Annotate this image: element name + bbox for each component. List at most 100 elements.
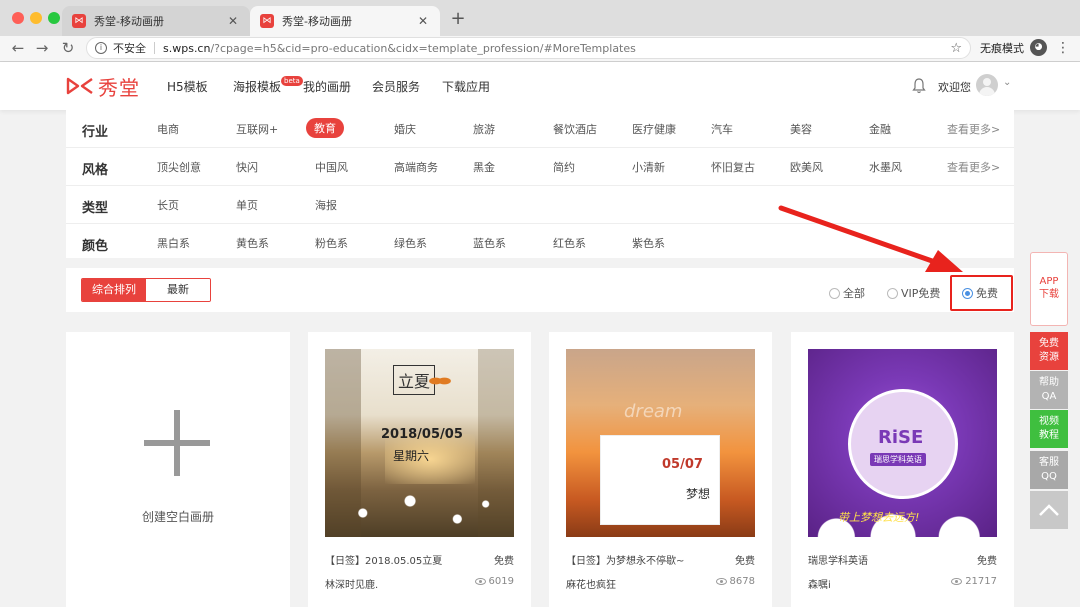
card-views: 6019 (474, 576, 514, 587)
avatar-body (979, 87, 995, 96)
browser-tab-2[interactable]: ⋈ 秀堂-移动画册 ✕ (250, 6, 440, 36)
view-count: 6019 (488, 576, 514, 587)
template-thumbnail[interactable]: 立夏 2018/05/05 星期六 (325, 349, 514, 537)
thumb-frame (600, 435, 720, 525)
filter-option[interactable]: 红色系 (553, 235, 586, 251)
template-thumbnail[interactable]: dream 05/07 梦想 (566, 349, 755, 537)
filter-option[interactable]: 紫色系 (632, 235, 665, 251)
chevron-down-icon[interactable]: ⌄ (1003, 77, 1011, 88)
chevron-up-icon (1039, 504, 1059, 516)
side-label: QA (1041, 391, 1057, 402)
filter-option[interactable]: 怀旧复古 (711, 159, 755, 175)
eye-icon (715, 578, 727, 585)
new-tab-button[interactable]: + (448, 8, 468, 29)
filter-option[interactable]: 美容 (790, 121, 812, 137)
info-icon[interactable]: i (95, 42, 107, 54)
card-author[interactable]: 森嘱i (808, 576, 831, 591)
bookmark-star-icon[interactable]: ☆ (950, 41, 962, 56)
filter-option[interactable]: 欧美风 (790, 159, 823, 175)
side-customer-qq[interactable]: 客服 QQ (1030, 451, 1068, 489)
tab-close-icon[interactable]: ✕ (226, 14, 240, 28)
filter-option[interactable]: 餐饮酒店 (553, 121, 597, 137)
side-help-qa[interactable]: 帮助 QA (1030, 371, 1068, 409)
browser-tab-1[interactable]: ⋈ 秀堂-移动画册 ✕ (62, 6, 250, 36)
filter-option[interactable]: 海报 (315, 197, 337, 213)
card-title[interactable]: 【日签】2018.05.05立夏 (325, 552, 442, 567)
filter-option[interactable]: 小清新 (632, 159, 665, 175)
browser-menu-icon[interactable]: ⋮ (1056, 38, 1070, 58)
tab-close-icon[interactable]: ✕ (416, 14, 430, 28)
close-window-button[interactable] (12, 12, 24, 24)
filter-option[interactable]: 婚庆 (394, 121, 416, 137)
template-card[interactable]: 立夏 2018/05/05 星期六 【日签】2018.05.05立夏 免费 林深… (308, 332, 531, 607)
filter-option[interactable]: 长页 (157, 197, 179, 213)
maximize-window-button[interactable] (48, 12, 60, 24)
card-author[interactable]: 林深时见鹿. (325, 576, 378, 591)
filter-option[interactable]: 蓝色系 (473, 235, 506, 251)
filter-option[interactable]: 顶尖创意 (157, 159, 201, 175)
nav-my-albums[interactable]: 我的画册 (303, 78, 351, 95)
filter-option[interactable]: 中国风 (315, 159, 348, 175)
card-views: 8678 (715, 576, 755, 587)
nav-h5-templates[interactable]: H5模板 (167, 78, 208, 95)
back-to-top-button[interactable] (1030, 491, 1068, 529)
thumb-date: 05/07 (662, 457, 703, 472)
sort-comprehensive-button[interactable]: 综合排列 (82, 279, 146, 301)
template-card[interactable]: RiSE 瑞思学科英语 带上梦想去远方! 瑞思学科英语 免费 森嘱i 21717 (791, 332, 1014, 607)
sort-newest-button[interactable]: 最新 (146, 279, 210, 301)
filter-option[interactable]: 旅游 (473, 121, 495, 137)
filter-option[interactable]: 绿色系 (394, 235, 427, 251)
card-title[interactable]: 【日签】为梦想永不停歇~ (566, 552, 684, 567)
side-label: 资源 (1039, 352, 1059, 363)
incognito-icon[interactable]: ◕ (1030, 39, 1047, 56)
card-price-badge: 免费 (977, 556, 997, 567)
more-link[interactable]: 查看更多> (947, 121, 1000, 137)
card-title[interactable]: 瑞思学科英语 (808, 552, 868, 567)
template-thumbnail[interactable]: RiSE 瑞思学科英语 带上梦想去远方! (808, 349, 997, 537)
filter-option[interactable]: 粉色系 (315, 235, 348, 251)
filter-option[interactable]: 电商 (157, 121, 179, 137)
security-label: 不安全 (113, 42, 146, 55)
minimize-window-button[interactable] (30, 12, 42, 24)
plus-icon (144, 410, 210, 476)
avatar[interactable] (976, 74, 998, 96)
card-price-badge: 免费 (735, 556, 755, 567)
filter-option[interactable]: 高端商务 (394, 159, 438, 175)
side-free-resources[interactable]: 免费 资源 (1030, 332, 1068, 370)
thumb-rise-logo: RiSE (878, 427, 924, 448)
template-card[interactable]: dream 05/07 梦想 【日签】为梦想永不停歇~ 免费 麻花也疯狂 867… (549, 332, 772, 607)
thumb-rise-cn: 瑞思学科英语 (870, 453, 926, 466)
filter-option[interactable]: 单页 (236, 197, 258, 213)
filter-option[interactable]: 水墨风 (869, 159, 902, 175)
filter-option[interactable]: 互联网+ (236, 121, 278, 137)
nav-membership[interactable]: 会员服务 (372, 78, 420, 95)
forward-arrow-icon[interactable]: → (32, 38, 52, 58)
tab-title: 秀堂-移动画册 (94, 15, 164, 28)
back-arrow-icon[interactable]: ← (8, 38, 28, 58)
filter-option[interactable]: 金融 (869, 121, 891, 137)
side-label: 免费 (1039, 338, 1059, 349)
filter-option[interactable]: 黑金 (473, 159, 495, 175)
side-label: 客服 (1039, 457, 1059, 468)
nav-download-app[interactable]: 下载应用 (442, 78, 490, 95)
side-video-tutorial[interactable]: 视频 教程 (1030, 410, 1068, 448)
filter-option-active[interactable]: 教育 (306, 118, 344, 138)
create-blank-album-card[interactable]: 创建空白画册 (66, 332, 290, 607)
filter-option[interactable]: 汽车 (711, 121, 733, 137)
address-bar[interactable]: i 不安全 s.wps.cn /?cpage=h5&cid=pro-educat… (86, 37, 971, 59)
card-author[interactable]: 麻花也疯狂 (566, 576, 616, 591)
filter-option[interactable]: 快闪 (236, 159, 258, 175)
favicon-icon: ⋈ (72, 14, 86, 28)
nav-poster-templates[interactable]: 海报模板 (233, 78, 281, 95)
side-label: 教程 (1039, 430, 1059, 441)
site-logo[interactable]: 秀堂 (66, 74, 140, 100)
side-app-download[interactable]: APP 下载 (1030, 252, 1068, 326)
filter-option[interactable]: 简约 (553, 159, 575, 175)
bell-icon[interactable] (912, 78, 926, 94)
filter-option[interactable]: 医疗健康 (632, 121, 676, 137)
more-link[interactable]: 查看更多> (947, 159, 1000, 175)
logo-text: 秀堂 (98, 75, 140, 100)
filter-option[interactable]: 黑白系 (157, 235, 190, 251)
reload-icon[interactable]: ↻ (58, 38, 78, 58)
filter-option[interactable]: 黄色系 (236, 235, 269, 251)
